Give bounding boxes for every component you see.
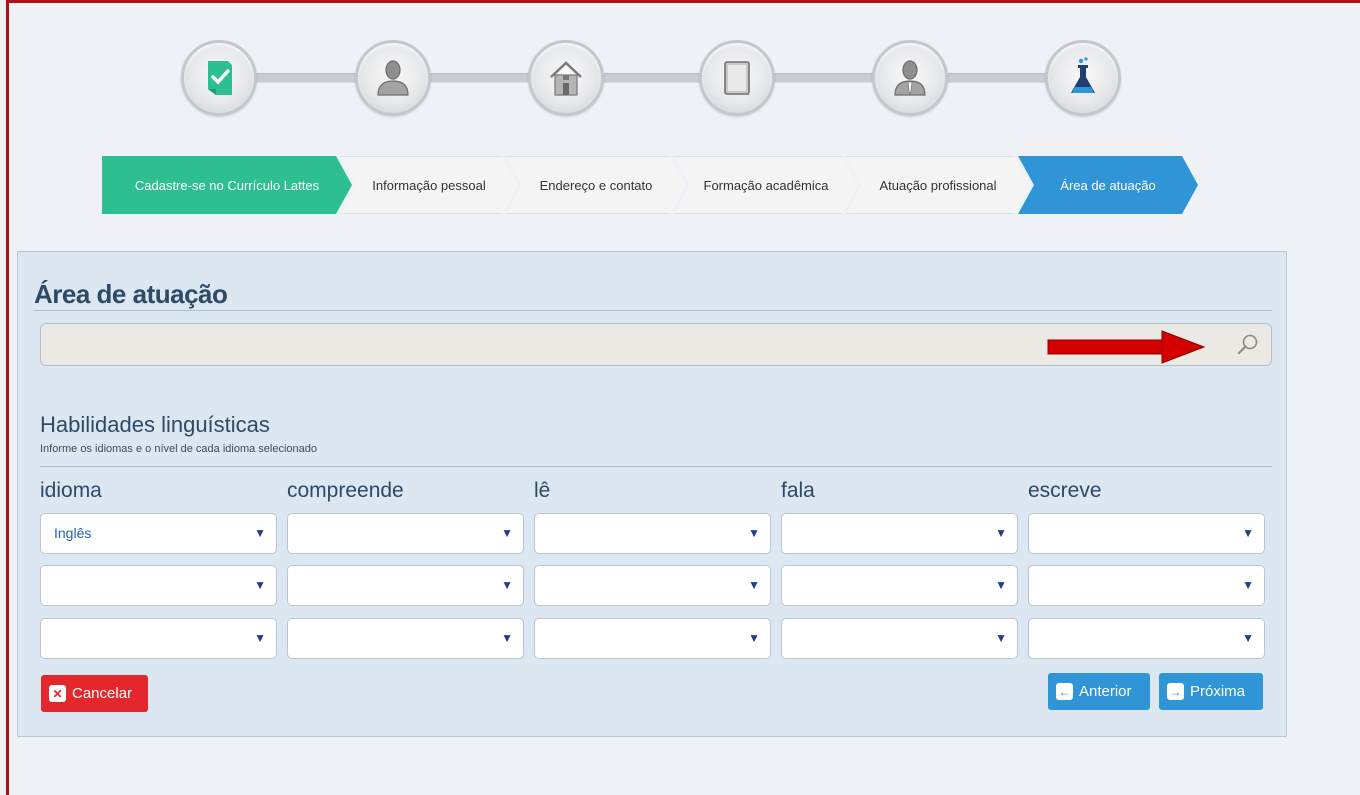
person-icon	[377, 60, 409, 96]
speaking-select[interactable]: ▼	[781, 618, 1018, 659]
column-header-idioma: idioma	[40, 479, 102, 502]
previous-button[interactable]: ← Anterior	[1048, 673, 1150, 710]
step-connector	[774, 73, 878, 83]
writing-select[interactable]: ▼	[1028, 565, 1265, 606]
breadcrumb-step-formacao-academica[interactable]: Formação acadêmica	[674, 156, 858, 214]
language-select[interactable]: ▼	[40, 618, 277, 659]
language-select[interactable]: Inglês ▼	[40, 513, 277, 554]
close-icon: ✕	[49, 685, 66, 702]
previous-button-label: Anterior	[1079, 683, 1132, 700]
step-connector	[603, 73, 705, 83]
languages-section-subtitle: Informe os idiomas e o nível de cada idi…	[40, 443, 317, 455]
column-header-le: lê	[534, 479, 551, 502]
dropdown-caret-icon: ▼	[254, 631, 266, 645]
dropdown-caret-icon: ▼	[254, 578, 266, 592]
house-icon	[550, 61, 582, 96]
area-search-input[interactable]	[51, 332, 1055, 358]
person-with-tie-icon	[894, 60, 926, 96]
lab-flask-icon	[1071, 57, 1095, 93]
breadcrumb-label: Formação acadêmica	[703, 177, 829, 193]
breadcrumb-step-endereco-contato[interactable]: Endereço e contato	[506, 156, 686, 214]
speaking-select[interactable]: ▼	[781, 513, 1018, 554]
cancel-button-label: Cancelar	[72, 685, 133, 702]
dropdown-caret-icon: ▼	[501, 526, 513, 540]
languages-section-title: Habilidades linguísticas	[40, 412, 270, 437]
page-title: Área de atuação	[34, 279, 228, 309]
dropdown-caret-icon: ▼	[501, 631, 513, 645]
red-arrow-annotation	[1047, 330, 1206, 364]
breadcrumb-label: Área de atuação	[1060, 177, 1156, 193]
dropdown-caret-icon: ▼	[748, 578, 760, 592]
breadcrumb-step-informacao-pessoal[interactable]: Informação pessoal	[340, 156, 518, 214]
step-4-circle[interactable]	[699, 40, 775, 116]
step-2-circle[interactable]	[355, 40, 431, 116]
dropdown-caret-icon: ▼	[501, 578, 513, 592]
step-3-circle[interactable]	[528, 40, 604, 116]
section-divider	[40, 466, 1272, 467]
dropdown-caret-icon: ▼	[995, 526, 1007, 540]
cancel-button[interactable]: ✕ Cancelar	[41, 675, 148, 712]
red-frame-top	[6, 0, 1360, 3]
column-header-compreende: compreende	[287, 479, 404, 502]
column-header-escreve: escreve	[1028, 479, 1102, 502]
reading-select[interactable]: ▼	[534, 513, 771, 554]
step-5-circle[interactable]	[872, 40, 948, 116]
red-frame-left	[6, 0, 9, 795]
step-connector	[255, 73, 361, 83]
language-select[interactable]: ▼	[40, 565, 277, 606]
select-value: Inglês	[54, 525, 92, 541]
comprehension-select[interactable]: ▼	[287, 618, 524, 659]
dropdown-caret-icon: ▼	[995, 631, 1007, 645]
title-divider	[34, 310, 1272, 311]
comprehension-select[interactable]: ▼	[287, 565, 524, 606]
breadcrumb-label: Informação pessoal	[372, 177, 486, 193]
arrow-left-icon: ←	[1056, 683, 1073, 700]
dropdown-caret-icon: ▼	[748, 526, 760, 540]
reading-select[interactable]: ▼	[534, 565, 771, 606]
form-panel: Área de atuação Habilidades linguísticas…	[17, 251, 1287, 737]
writing-select[interactable]: ▼	[1028, 618, 1265, 659]
breadcrumb-label: Cadastre-se no Currículo Lattes	[134, 177, 320, 193]
step-6-circle[interactable]	[1045, 40, 1121, 116]
column-header-fala: fala	[781, 479, 815, 502]
step-connector	[947, 73, 1051, 83]
book-icon	[724, 61, 750, 95]
dropdown-caret-icon: ▼	[748, 631, 760, 645]
dropdown-caret-icon: ▼	[254, 526, 266, 540]
dropdown-caret-icon: ▼	[1242, 578, 1254, 592]
breadcrumb-step-area-atuacao[interactable]: Área de atuação	[1018, 156, 1198, 214]
step-connector	[430, 73, 534, 83]
next-button[interactable]: → Próxima	[1159, 673, 1263, 710]
breadcrumb-step-atuacao-profissional[interactable]: Atuação profissional	[846, 156, 1030, 214]
speaking-select[interactable]: ▼	[781, 565, 1018, 606]
breadcrumb-label: Endereço e contato	[539, 177, 653, 193]
dropdown-caret-icon: ▼	[1242, 631, 1254, 645]
comprehension-select[interactable]: ▼	[287, 513, 524, 554]
arrow-right-icon: →	[1167, 683, 1184, 700]
breadcrumb-step-cadastre[interactable]: Cadastre-se no Currículo Lattes	[102, 156, 352, 214]
dropdown-caret-icon: ▼	[995, 578, 1007, 592]
breadcrumb: Cadastre-se no Currículo Lattes Informaç…	[102, 156, 1202, 214]
dropdown-caret-icon: ▼	[1242, 526, 1254, 540]
magnifier-icon[interactable]	[1235, 332, 1261, 358]
reading-select[interactable]: ▼	[534, 618, 771, 659]
checklist-document-icon	[208, 61, 232, 95]
step-1-circle[interactable]	[181, 40, 257, 116]
breadcrumb-label: Atuação profissional	[879, 177, 997, 193]
next-button-label: Próxima	[1190, 683, 1246, 700]
writing-select[interactable]: ▼	[1028, 513, 1265, 554]
